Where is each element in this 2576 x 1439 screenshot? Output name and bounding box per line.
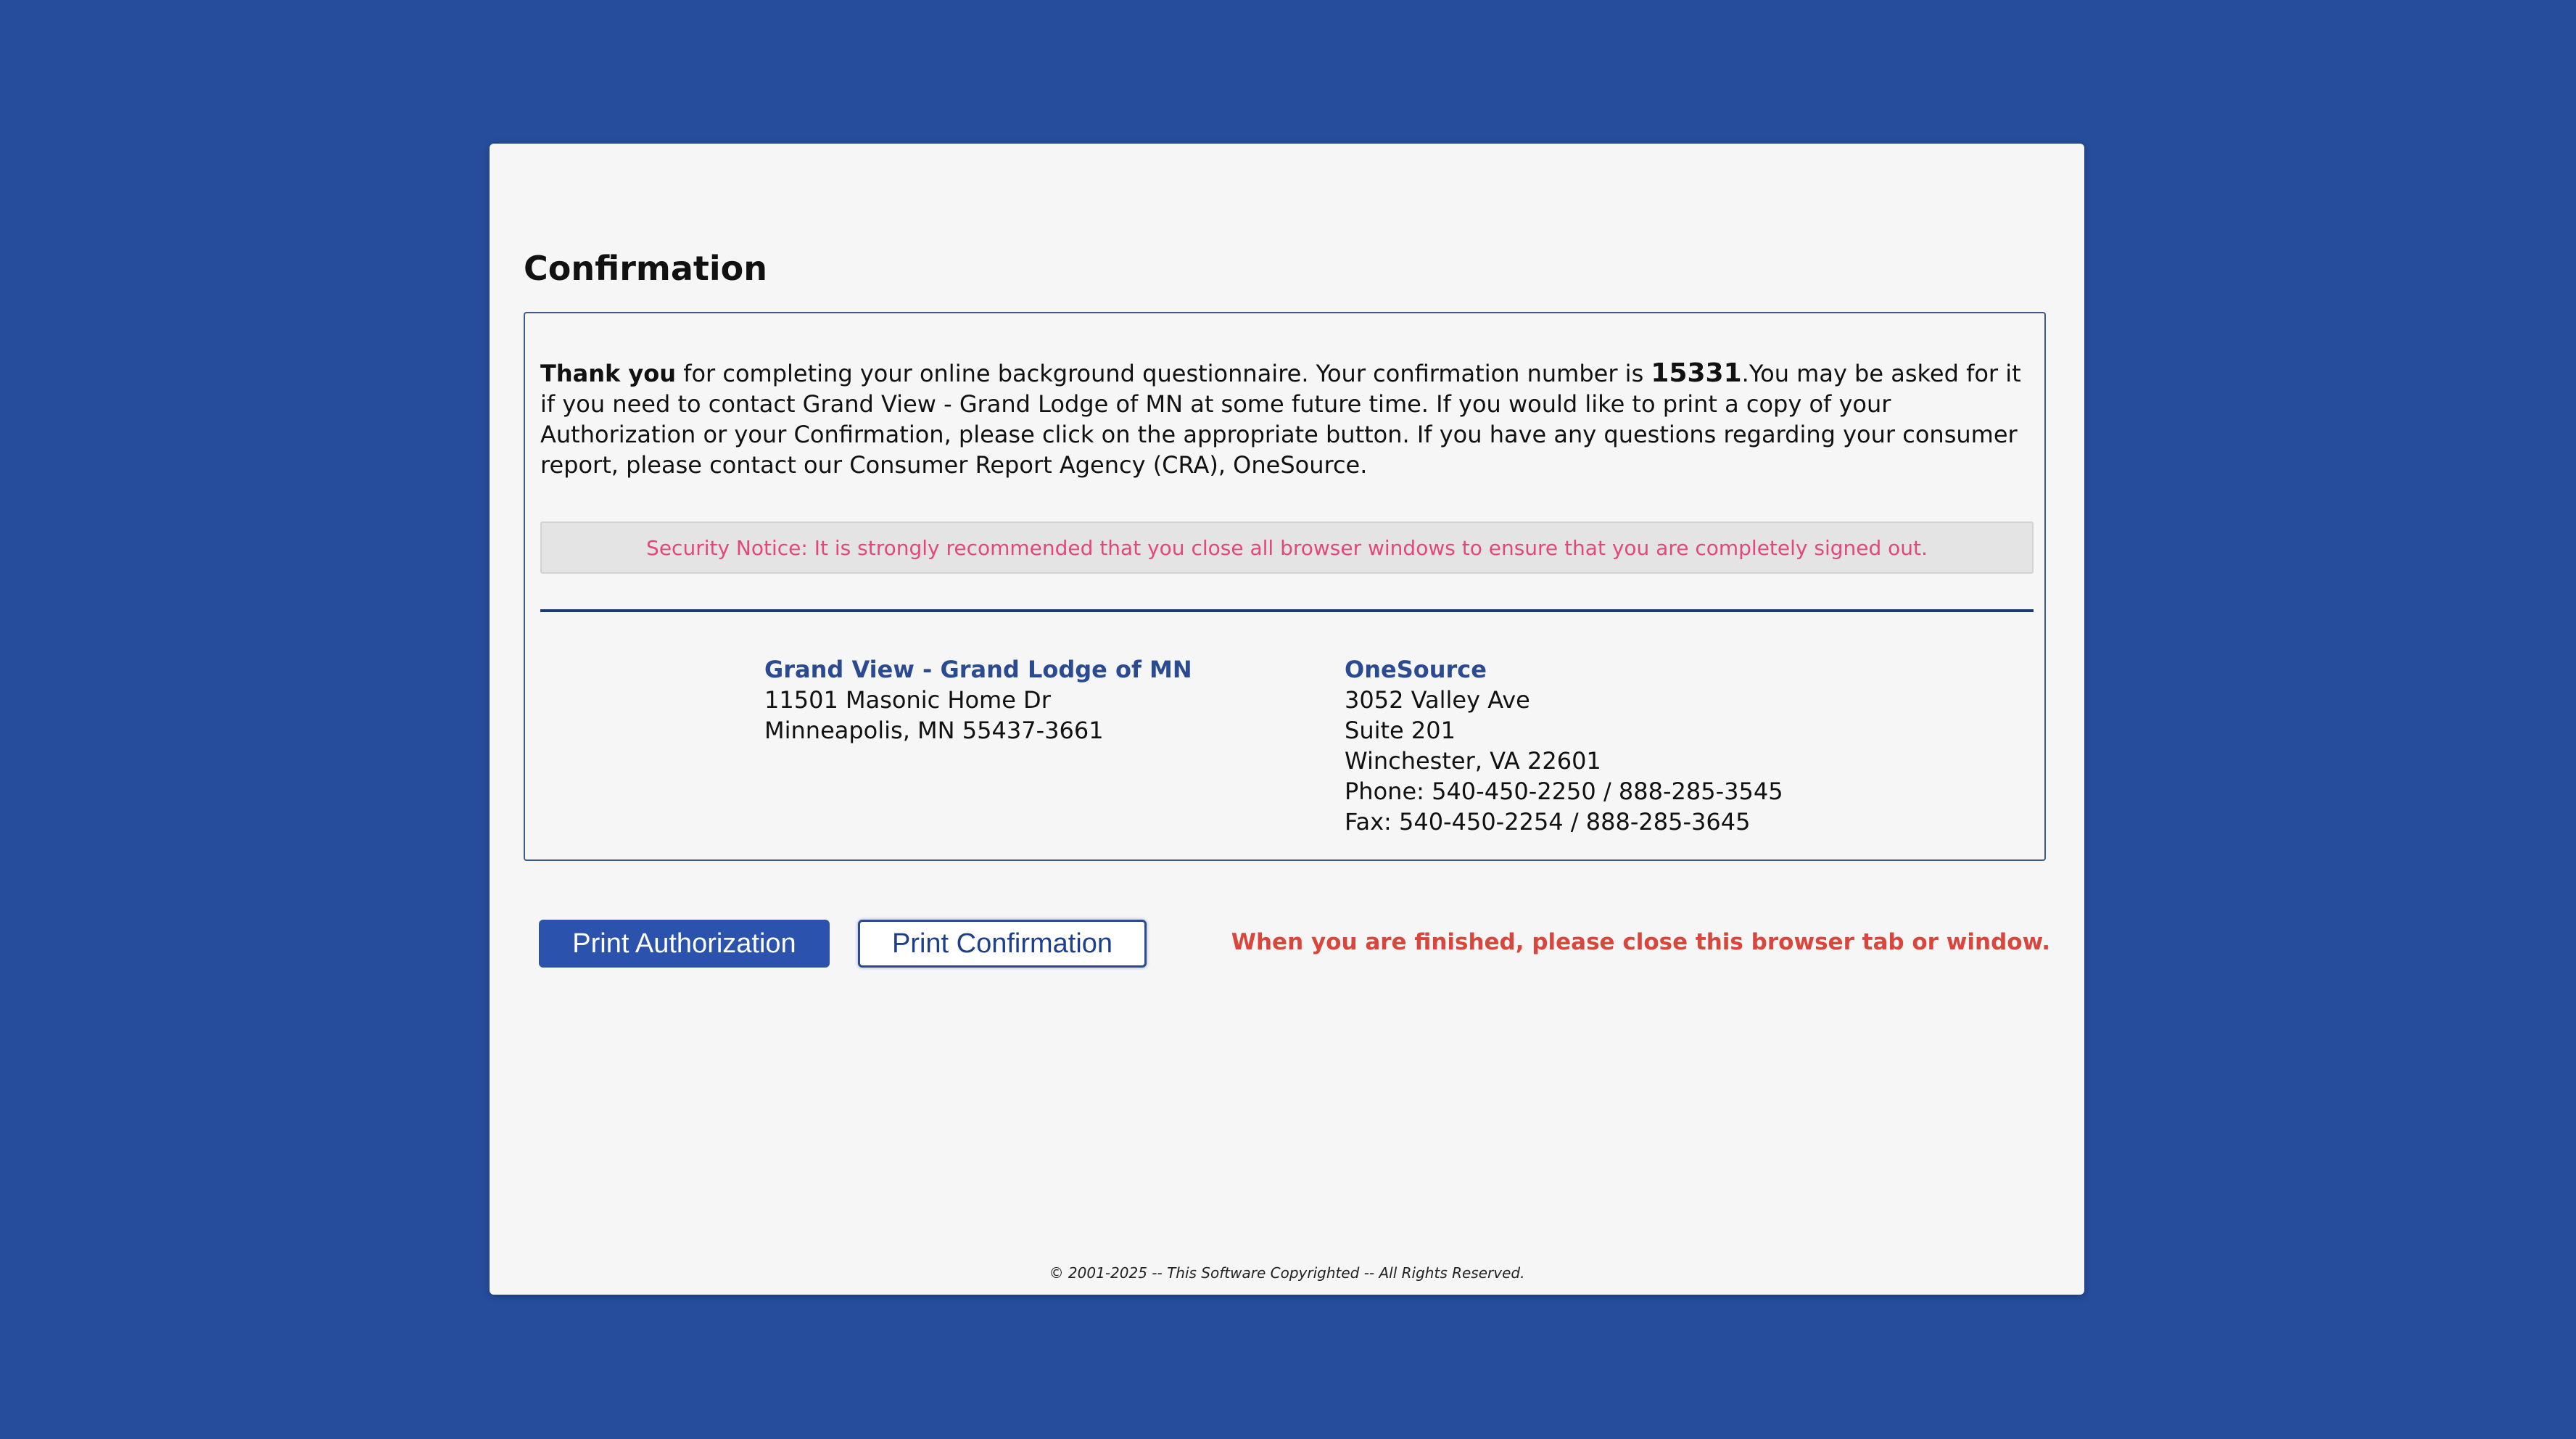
message-part-1: for completing your online background qu… xyxy=(676,360,1651,387)
confirmation-box: Thank you for completing your online bac… xyxy=(524,312,2046,861)
print-confirmation-button[interactable]: Print Confirmation xyxy=(858,920,1147,968)
cra-address: OneSource 3052 Valley Ave Suite 201 Winc… xyxy=(1345,654,1783,837)
divider xyxy=(540,609,2034,612)
copyright-footer: © 2001-2025 -- This Software Copyrighted… xyxy=(1049,1264,1525,1282)
cra-address-line: 3052 Valley Ave xyxy=(1345,686,1530,714)
employer-address: Grand View - Grand Lodge of MN 11501 Mas… xyxy=(764,654,1192,746)
cra-fax: Fax: 540-450-2254 / 888-285-3645 xyxy=(1345,808,1751,836)
employer-address-line: 11501 Masonic Home Dr xyxy=(764,686,1051,714)
confirmation-number: 15331 xyxy=(1651,358,1742,388)
confirmation-panel: Confirmation Thank you for completing yo… xyxy=(490,144,2084,1295)
print-authorization-button[interactable]: Print Authorization xyxy=(539,920,830,968)
employer-name: Grand View - Grand Lodge of MN xyxy=(764,656,1192,683)
cra-phone: Phone: 540-450-2250 / 888-285-3545 xyxy=(1345,778,1783,805)
thank-you-text: Thank you xyxy=(540,360,677,387)
security-notice: Security Notice: It is strongly recommen… xyxy=(540,521,2034,574)
employer-address-line: Minneapolis, MN 55437-3661 xyxy=(764,717,1104,744)
close-window-notice: When you are finished, please close this… xyxy=(1231,929,2050,955)
cra-address-line: Winchester, VA 22601 xyxy=(1345,747,1601,775)
confirmation-message: Thank you for completing your online bac… xyxy=(540,358,2034,480)
cra-address-line: Suite 201 xyxy=(1345,717,1456,744)
page-title: Confirmation xyxy=(524,249,767,288)
cra-name: OneSource xyxy=(1345,656,1487,683)
